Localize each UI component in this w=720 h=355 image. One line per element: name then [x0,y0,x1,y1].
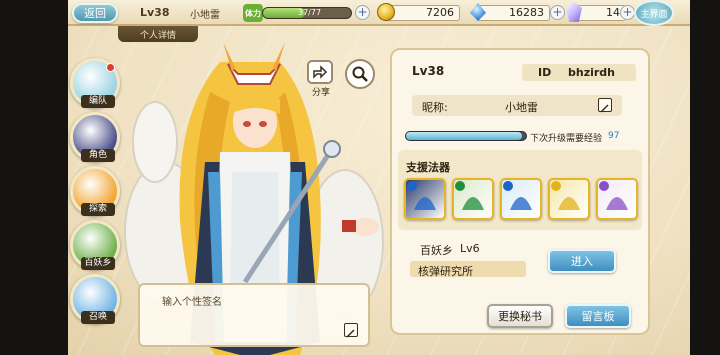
enter-button[interactable]: 进入 [548,249,616,273]
nav-explore-button[interactable]: 探索 [70,166,120,216]
share-icon [307,60,333,84]
rarity-icon [599,181,609,191]
support-artifact-slot[interactable] [596,178,638,220]
stamina-icon: 体力 [243,4,263,22]
coin-icon [377,3,395,21]
nav-character-button[interactable]: 角色 [70,112,120,162]
rarity-icon [551,181,561,191]
player-level: Lv38 [140,6,170,19]
add-gem-button[interactable]: + [550,5,565,20]
nav-village-label: 百妖乡 [81,257,115,270]
support-artifact-slot[interactable] [404,178,446,220]
magnifier-icon [352,66,368,82]
exp-progress-fill [406,132,523,140]
support-artifact-slot[interactable] [548,178,590,220]
edit-nickname-icon[interactable] [598,98,612,113]
nav-explore-label: 探索 [81,203,115,216]
nickname-label: 昵称: [422,101,448,114]
rarity-icon [455,181,465,191]
share-button[interactable]: 分享 [307,60,335,98]
edit-signature-icon[interactable] [344,323,358,338]
id-value: bhzirdh [568,66,616,79]
side-nav: 编队 角色 探索 百妖乡 召唤 [70,40,124,355]
rarity-icon [503,181,513,191]
exp-progress-bar [405,131,527,141]
nav-character-label: 角色 [81,149,115,162]
left-bezel [0,0,68,355]
nav-summon-label: 召唤 [81,311,115,324]
add-crystal-button[interactable]: + [620,5,635,20]
signature-input[interactable]: 输入个性签名 [138,283,370,347]
game-screen: 返回 Lv38 小地雷 体力 37/77 + 7206 16283 + 14 +… [0,0,720,355]
institute-label: 核弹研究所 [418,265,473,278]
id-label: ID [538,66,552,79]
message-board-button[interactable]: 留言板 [565,304,631,328]
share-label: 分享 [311,88,330,98]
add-stamina-button[interactable]: + [355,5,370,20]
stamina-label: 体力 [245,8,261,18]
signature-placeholder: 输入个性签名 [162,297,222,308]
village-label: 百妖乡 [420,244,453,257]
village-level: Lv6 [460,242,480,255]
change-secretary-button[interactable]: 更换秘书 [487,304,553,328]
notification-badge [106,63,115,72]
support-artifact-slot[interactable] [500,178,542,220]
back-button[interactable]: 返回 [72,3,118,23]
support-artifact-slot[interactable] [452,178,494,220]
stamina-text: 37/77 [298,8,322,17]
right-bezel [690,0,720,355]
nav-summon-button[interactable]: 召唤 [70,274,120,324]
search-button[interactable] [345,59,375,89]
nav-formation-label: 编队 [81,95,115,108]
player-name: 小地雷 [190,10,220,21]
profile-level: Lv38 [412,64,445,78]
main-screen-button[interactable]: 主界面 [634,0,674,26]
nav-village-button[interactable]: 百妖乡 [70,220,120,270]
support-artifact-title: 支援法器 [406,161,450,174]
exp-label: 下次升级需要经验 [530,134,603,144]
nav-formation-button[interactable]: 编队 [70,58,120,108]
exp-value: 97 [608,131,620,141]
nickname-value: 小地雷 [505,101,538,114]
rarity-icon [407,181,417,191]
gem-count: 16283 [476,5,550,21]
